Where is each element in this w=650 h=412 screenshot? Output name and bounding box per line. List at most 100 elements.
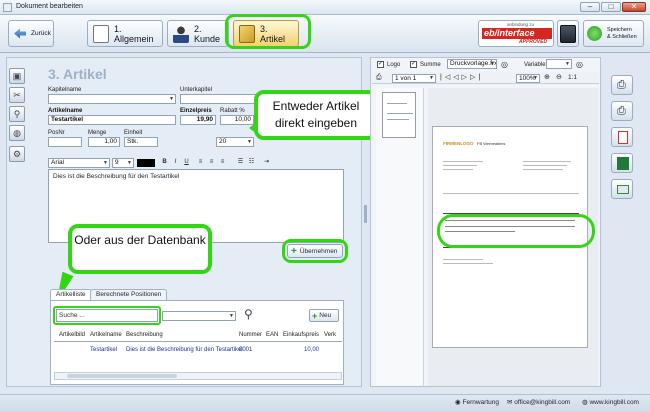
variable-refresh-icon[interactable]: ◎ [576,60,583,69]
tab-kunde-label: 2. Kunde [194,23,221,44]
print-button[interactable]: ⎙ [611,75,633,95]
page-navigation-icons[interactable]: |◁◁▷▷| [440,73,483,81]
app-icon [3,3,12,12]
new-article-button[interactable]: + Neu [309,309,339,322]
document-logo: FIRMENLOGO [443,141,474,146]
zoom-out-icon[interactable]: ⊖ [556,73,562,81]
document-icon [93,24,109,43]
posnr-input[interactable] [48,137,82,147]
menge-input[interactable]: 1,00 [88,137,120,147]
bullet-list-icon[interactable]: ☰ [236,158,245,167]
scrollbar-thumb[interactable] [67,374,177,378]
pdf-icon [618,131,628,144]
tab-artikelliste[interactable]: Artikelliste [50,289,92,300]
print-preview-button[interactable]: ⎙ [611,101,633,121]
web-label: www.kingbill.com [589,399,639,406]
col-artikelname[interactable]: Artikelname [90,332,122,338]
rabatt-label: Rabatt % [220,108,245,114]
fernwartung-link[interactable]: ◉ Fernwartung [455,398,499,406]
print-icon[interactable]: ⎙ [376,74,382,82]
refresh-icon[interactable]: ◎ [501,60,508,69]
description-text: Dies ist die Beschreibung für den Testar… [53,173,180,180]
tab-kunde[interactable]: 2. Kunde [167,20,229,47]
col-artikelbild[interactable]: Artikelbild [59,332,85,338]
grid-header-line [54,341,342,342]
align-center-icon[interactable]: ≡ [207,158,216,167]
einheit-input[interactable]: Stk. [124,137,158,147]
col-verkaufspreis[interactable]: Verk [324,332,336,338]
tab-allgemein[interactable]: 1. Allgemein [87,20,163,47]
save-close-button[interactable]: Speichern & Schließen [583,20,644,47]
col-nummer[interactable]: Nummer [239,332,262,338]
italic-button[interactable]: I [171,158,180,167]
ebinterface-logo: eb/interface [482,28,552,39]
einzelpreis-input[interactable]: 19,90 [180,115,216,125]
col-ean[interactable]: EAN [266,332,278,338]
maximize-button[interactable]: □ [601,2,621,12]
align-left-icon[interactable]: ≡ [196,158,205,167]
tools-icon[interactable]: ✂ [9,87,25,103]
settings-icon[interactable]: ⚙ [9,146,25,162]
checkmark-icon [587,26,602,41]
save-close-label: Speichern & Schließen [607,26,637,40]
close-button[interactable]: ✕ [622,2,646,12]
page-thumbnail[interactable] [382,92,416,138]
ebinterface-button[interactable]: anbindung zu eb/interface APPROVED [478,20,554,47]
web-link[interactable]: ◍ www.kingbill.com [582,398,639,406]
posnr-label: PosNr [48,130,65,136]
zoom-select[interactable]: 100% [516,74,540,83]
email-export-button[interactable] [611,179,633,199]
col-einkaufspreis[interactable]: Einkaufspreis [283,332,319,338]
cell-einkaufspreis: 10,00 [304,347,320,353]
variable-select[interactable] [546,59,572,69]
zoom-in-icon[interactable]: ⊕ [544,73,550,81]
indent-icon[interactable]: ⇥ [262,158,271,167]
splitter-handle[interactable] [364,205,367,223]
document-company: FB Werbealiens [477,141,506,146]
tab-berechnete-positionen[interactable]: Berechnete Positionen [90,289,168,300]
arrow-left-icon [14,28,26,39]
align-right-icon[interactable]: ≡ [218,158,227,167]
back-button[interactable]: Zurück [8,20,54,47]
pin-icon[interactable]: ⚲ [9,106,25,122]
bold-button[interactable]: B [160,158,169,167]
summe-checkbox[interactable]: ✓ [410,61,417,68]
cell-beschreibung: Dies ist die Beschreibung für den Testar… [126,347,243,353]
numbered-list-icon[interactable]: ☷ [247,158,256,167]
magnifier-icon[interactable]: ⚲ [244,307,253,321]
globe-icon[interactable]: ◍ [9,125,25,141]
col-beschreibung[interactable]: Beschreibung [126,332,163,338]
table-row[interactable]: Testartikel Dies ist die Beschreibung fü… [54,345,342,355]
title-bar: Dokument bearbeiten – □ ✕ [0,0,650,15]
unterkapitel-select[interactable] [180,94,260,104]
menge-label: Menge [88,130,107,136]
page-select[interactable]: 1 von 1 [392,74,436,83]
logo-checkbox[interactable]: ✓ [377,61,384,68]
ebinterface-small-text: anbindung zu [507,22,535,27]
font-color-swatch[interactable] [137,159,155,167]
ebinterface-badge: APPROVED [519,39,548,45]
kapitelname-select[interactable] [48,94,176,104]
minimize-button[interactable]: – [580,2,600,12]
callout-database: Oder aus der Datenbank [68,224,212,274]
template-select[interactable]: Druckvorlage.frx [447,59,497,69]
summe-label: Summe [420,62,441,68]
category-select[interactable] [162,311,236,321]
zoom-ratio-label[interactable]: 1:1 [568,74,577,81]
plus-icon: + [312,310,318,321]
horizontal-scrollbar[interactable] [54,372,342,380]
tab-artikel-highlight [225,14,311,49]
underline-button[interactable]: U [182,158,191,167]
font-size-select[interactable]: 9 [112,158,134,168]
mwst-select[interactable]: 20 [216,137,254,147]
excel-export-button[interactable] [611,153,633,173]
save-button[interactable] [557,20,579,47]
excel-icon [617,157,629,170]
pdf-export-button[interactable] [611,127,633,147]
callout-arrow-top [249,122,257,134]
artikelname-input[interactable]: Testartikel [48,115,176,125]
unterkapitel-label: Unterkapitel [180,87,213,93]
email-link[interactable]: ✉ office@kingbill.com [507,398,570,406]
font-family-select[interactable]: Arial [48,158,110,168]
article-image-icon[interactable]: ▣ [9,68,25,84]
